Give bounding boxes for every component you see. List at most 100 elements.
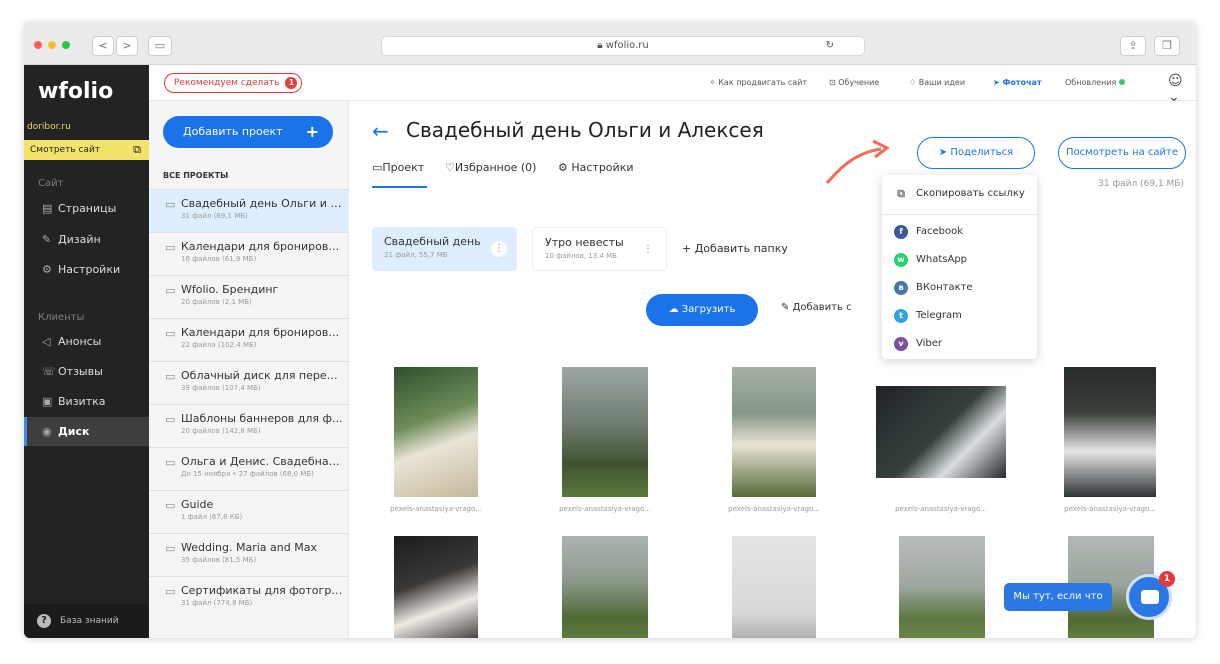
back-button[interactable]: <	[92, 36, 114, 56]
upload-label: Загрузить	[681, 304, 736, 315]
photo-thumbnail[interactable]	[732, 367, 816, 497]
share-button[interactable]: ➤ Поделиться	[917, 137, 1035, 169]
top-link-learning[interactable]: ⊡ Обучение	[829, 78, 879, 87]
project-name: Ольга и Денис. Свадебная ...	[181, 455, 343, 468]
more-icon[interactable]: ⋮	[491, 241, 507, 257]
top-link-updates[interactable]: Обновления	[1065, 78, 1126, 87]
project-view: ← Свадебный день Ольги и Алексея ▭Проект…	[349, 101, 1196, 638]
folder-icon: ▭	[165, 585, 176, 598]
cap-icon: ⊡	[829, 78, 839, 87]
page-title: Свадебный день Ольги и Алексея	[406, 118, 764, 142]
sidebar-toggle-icon[interactable]: ▭	[148, 36, 172, 56]
sidebar-item-design[interactable]: ✎ Дизайн	[24, 225, 149, 254]
all-projects-heading: ВСЕ ПРОЕКТЫ	[163, 171, 229, 180]
share-whatsapp[interactable]: w WhatsApp	[882, 247, 1037, 273]
photo-thumbnail[interactable]	[562, 367, 648, 497]
tab-settings[interactable]: ⚙ Настройки	[558, 161, 633, 174]
recommend-button[interactable]: Рекомендуем сделать 1	[164, 73, 303, 93]
sidebar-item-card[interactable]: ▣ Визитка	[24, 387, 149, 416]
project-name: Календари для бронирова...	[181, 326, 343, 339]
chat-button[interactable]: 1	[1126, 571, 1175, 620]
address-bar[interactable]: 🔒︎ wfolio.ru ↻	[381, 36, 865, 56]
cloud-icon: ☁	[668, 304, 682, 315]
plus-icon: +	[305, 122, 319, 141]
share-facebook[interactable]: f Facebook	[882, 219, 1037, 245]
project-item[interactable]: ▭ Календари для бронирова... 16 файлов (61…	[149, 232, 349, 275]
project-item[interactable]: ▭ Календари для бронирова... 22 файла (102…	[149, 318, 349, 361]
tab-favorites[interactable]: ♡Избранное (0)	[445, 161, 536, 174]
project-meta: 31 файл (69,1 МБ)	[181, 212, 248, 220]
share-browser-icon[interactable]: ⇪	[1120, 36, 1146, 56]
project-item[interactable]: ▭ Сертификаты для фотогра... 31 файл (774,…	[149, 576, 349, 619]
tab-project[interactable]: ▭Проект	[372, 161, 424, 174]
sidebar-item-reviews[interactable]: ☏ Отзывы	[24, 357, 149, 386]
project-item[interactable]: ▭ Шаблоны баннеров для ф... 20 файлов (142…	[149, 404, 349, 447]
chat-bubble-text[interactable]: Мы тут, если что	[1004, 583, 1112, 611]
sparkle-icon: ✧	[709, 78, 719, 87]
project-name: Guide	[181, 498, 214, 511]
top-link-photochat[interactable]: ➤ Фоточат	[993, 78, 1042, 87]
add-folder-button[interactable]: + Добавить папку	[682, 242, 788, 255]
sidebar-item-disk[interactable]: ◉ Диск	[24, 417, 149, 446]
status-dot	[1119, 79, 1126, 85]
folder-icon: ▭	[165, 327, 176, 340]
more-icon[interactable]: ⋮	[640, 242, 656, 258]
folder-card[interactable]: Утро невесты 10 файлов, 13,4 МБ ⋮	[532, 227, 667, 271]
back-arrow-icon[interactable]: ←	[372, 119, 389, 143]
maximize-dot[interactable]	[62, 41, 70, 49]
close-dot[interactable]	[34, 41, 42, 49]
project-name: Облачный диск для перед...	[181, 369, 343, 382]
project-meta: 39 файлов (107,4 МБ)	[181, 384, 261, 392]
photo-thumbnail[interactable]	[1064, 367, 1156, 497]
menu-label: WhatsApp	[916, 254, 968, 265]
folder-icon: ▭	[165, 456, 176, 469]
add-project-label: Добавить проект	[183, 125, 283, 138]
top-bar: Рекомендуем сделать 1 ✧ Как продвигать са…	[149, 65, 1196, 105]
upload-button[interactable]: ☁ Загрузить	[646, 294, 758, 326]
photo-thumbnail[interactable]	[899, 536, 985, 638]
copy-link-item[interactable]: ⧉ Скопировать ссылку	[882, 181, 1037, 207]
menu-label: Скопировать ссылку	[916, 188, 1025, 199]
project-item[interactable]: ▭ Облачный диск для перед... 39 файлов (10…	[149, 361, 349, 404]
reload-icon[interactable]: ↻	[826, 37, 834, 55]
logo[interactable]: wfolio	[38, 79, 113, 104]
share-viber[interactable]: v Viber	[882, 331, 1037, 357]
site-domain[interactable]: doribor.ru	[27, 122, 71, 132]
tabs-icon[interactable]: ❐	[1154, 36, 1180, 56]
project-name: Свадебный день Ольги и А...	[181, 197, 343, 210]
view-on-site-button[interactable]: Посмотреть на сайте	[1058, 137, 1186, 169]
photo-thumbnail[interactable]	[562, 536, 648, 638]
project-item[interactable]: ▭ Ольга и Денис. Свадебная ... До 15 ноябр…	[149, 447, 349, 490]
add-project-button[interactable]: Добавить проект +	[163, 116, 333, 148]
tab-label: Настройки	[571, 161, 634, 174]
gear-icon: ⚙	[558, 161, 572, 174]
heart-icon: ♡	[445, 161, 455, 174]
knowledge-base-link[interactable]: ? База знаний	[24, 604, 149, 638]
share-telegram[interactable]: t Telegram	[882, 303, 1037, 329]
section-clients: Клиенты	[38, 312, 85, 323]
folder-card[interactable]: Свадебный день 21 файл, 55,7 МБ ⋮	[372, 227, 517, 271]
bulb-icon: ♢	[909, 78, 919, 87]
folder-icon: ▭	[165, 370, 176, 383]
top-link-promote[interactable]: ✧ Как продвигать сайт	[709, 78, 807, 87]
sidebar-item-announcements[interactable]: ◁ Анонсы	[24, 327, 149, 356]
sidebar-item-label: Анонсы	[58, 335, 102, 348]
add-cover-button[interactable]: ✎ Добавить с	[781, 302, 852, 313]
project-item[interactable]: ▭ Wfolio. Брендинг 20 файлов (2,1 МБ)	[149, 275, 349, 318]
minimize-dot[interactable]	[48, 41, 56, 49]
project-item[interactable]: ▭ Wedding. Maria and Max 35 файлов (81,5 М…	[149, 533, 349, 576]
sidebar-item-settings[interactable]: ⚙ Настройки	[24, 255, 149, 284]
see-site-button[interactable]: Смотреть сайт ⧉	[24, 140, 149, 160]
share-vk[interactable]: в ВКонтакте	[882, 275, 1037, 301]
photo-thumbnail[interactable]	[394, 367, 478, 497]
viber-icon: v	[894, 337, 908, 351]
project-item[interactable]: ▭ Свадебный день Ольги и А... 31 файл (69,…	[149, 189, 349, 232]
top-link-ideas[interactable]: ♢ Ваши идеи	[909, 78, 965, 87]
photo-thumbnail[interactable]	[876, 386, 1006, 478]
photo-thumbnail[interactable]	[732, 536, 816, 638]
kb-label: База знаний	[60, 616, 119, 626]
project-item[interactable]: ▭ Guide 1 файл (67,8 КБ)	[149, 490, 349, 533]
forward-button[interactable]: >	[116, 36, 138, 56]
sidebar-item-pages[interactable]: ▤ Страницы	[24, 194, 149, 223]
photo-thumbnail[interactable]	[394, 536, 478, 638]
